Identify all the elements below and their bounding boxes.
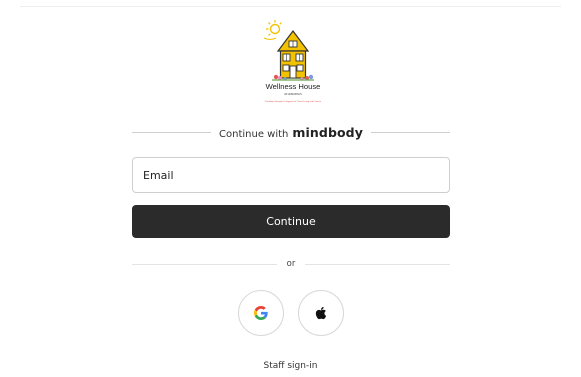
continue-with-text: Continue with xyxy=(219,128,289,140)
mindbody-wordmark: mindbody xyxy=(292,124,363,140)
google-icon xyxy=(254,306,268,320)
or-label: or xyxy=(286,259,296,269)
logo-tagline: Providing Strength & Support for Those L… xyxy=(265,100,322,103)
sun-graphic xyxy=(263,20,282,40)
staff-sign-in-link[interactable]: Staff sign-in xyxy=(0,361,581,371)
continue-button[interactable]: Continue xyxy=(132,205,450,238)
or-line-right xyxy=(305,263,451,265)
apple-icon xyxy=(315,306,327,320)
email-field[interactable] xyxy=(132,157,450,193)
logo-name: Wellness House xyxy=(266,82,321,91)
or-line-left xyxy=(132,263,277,265)
apple-sign-in-button[interactable] xyxy=(298,290,344,336)
continue-with-divider: Continue with mindbody xyxy=(132,125,450,140)
continue-with-heading: Continue with mindbody xyxy=(211,125,371,140)
divider-line-left xyxy=(132,131,212,133)
divider-line-right xyxy=(370,131,450,133)
logo-subtitle: OF ANNAPOLIS xyxy=(284,93,302,96)
wellness-house-logo: Wellness House OF ANNAPOLIS Providing St… xyxy=(263,20,322,103)
house-graphic xyxy=(272,30,314,81)
or-divider: or xyxy=(132,257,451,271)
google-sign-in-button[interactable] xyxy=(238,290,284,336)
top-divider xyxy=(20,6,561,7)
sign-in-page: Wellness House OF ANNAPOLIS Providing St… xyxy=(0,0,581,377)
